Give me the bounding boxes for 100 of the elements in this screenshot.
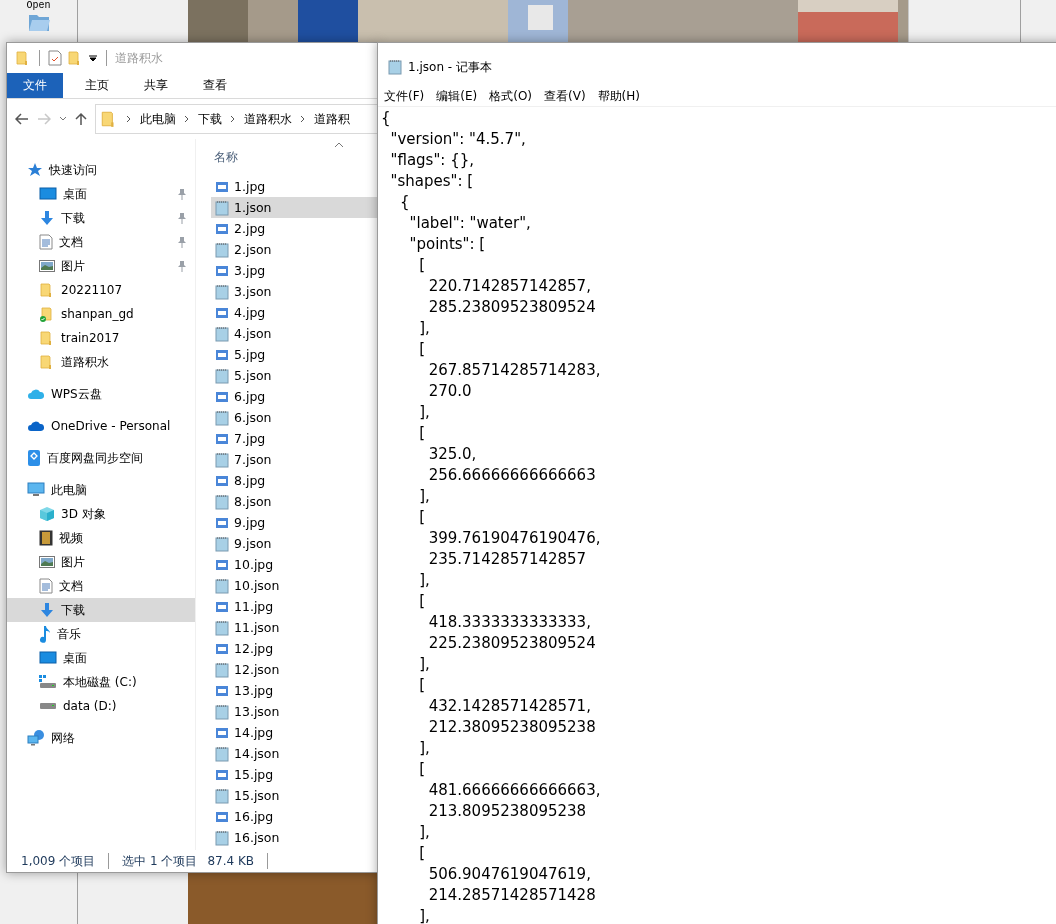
back-arrow-icon[interactable] [15, 113, 29, 125]
toolbar-label[interactable]: Open [26, 0, 51, 11]
file-row[interactable]: 15.jpg [211, 764, 378, 785]
checklist-icon[interactable] [48, 50, 62, 66]
text-line: 214.28571428571428 [427, 885, 597, 906]
ribbon-tab[interactable]: 主页 [63, 73, 122, 98]
menu-item[interactable]: 帮助(H) [597, 88, 640, 105]
text-line: 325.0, [427, 444, 478, 465]
nav-item[interactable]: train2017 [7, 326, 195, 350]
nav-item[interactable]: 桌面 [7, 182, 195, 206]
file-row[interactable]: 11.json [211, 617, 378, 638]
nav-item[interactable]: 视频 [7, 526, 195, 550]
text-line: ], [418, 318, 431, 339]
address-bar[interactable]: 此电脑 下载 道路积水 道路积 [95, 104, 378, 134]
text-line: { [399, 192, 411, 213]
ribbon-tab[interactable]: 查看 [181, 73, 240, 98]
text-line: [ [418, 423, 426, 444]
nav-item[interactable]: 20221107 [7, 278, 195, 302]
file-row[interactable]: 14.jpg [211, 722, 378, 743]
nav-item[interactable]: 音乐 [7, 622, 195, 646]
text-line: "shapes": [ [389, 171, 475, 192]
notepad-icon [214, 493, 230, 510]
text-line: [ [418, 675, 426, 696]
monitor-icon [39, 187, 57, 201]
file-menu-button[interactable]: 文件 [7, 73, 63, 98]
menu-item[interactable]: 文件(F) [384, 88, 425, 105]
file-row[interactable]: 9.json [211, 533, 378, 554]
file-row[interactable]: 4.json [211, 323, 378, 344]
file-row[interactable]: 3.json [211, 281, 378, 302]
menu-item[interactable]: 格式(O) [489, 88, 533, 105]
drive-icon [39, 675, 57, 689]
file-row[interactable]: 14.json [211, 743, 378, 764]
file-row[interactable]: 15.json [211, 785, 378, 806]
breadcrumb[interactable]: 道路积水 [244, 110, 292, 128]
column-header[interactable]: 名称 [196, 139, 378, 176]
file-row[interactable]: 13.json [211, 701, 378, 722]
nav-item[interactable]: 百度网盘同步空间 [7, 446, 195, 470]
status-text: 87.4 KB [207, 854, 255, 868]
file-row[interactable]: 10.jpg [211, 554, 378, 575]
nav-item[interactable]: shanpan_gd [7, 302, 195, 326]
music-note-icon [39, 625, 51, 643]
text-line: ], [418, 822, 431, 843]
breadcrumb[interactable]: 下载 [198, 110, 222, 128]
text-line: [ [418, 843, 426, 864]
file-row[interactable]: 4.jpg [211, 302, 378, 323]
nav-item[interactable]: data (D:) [7, 694, 195, 718]
nav-item[interactable]: 此电脑 [7, 478, 195, 502]
nav-item[interactable]: 文档 [7, 574, 195, 598]
nav-item[interactable]: 桌面 [7, 646, 195, 670]
file-row[interactable]: 9.jpg [211, 512, 378, 533]
nav-item[interactable]: 图片 [7, 254, 195, 278]
file-row[interactable]: 2.jpg [211, 218, 378, 239]
nav-item[interactable]: 文档 [7, 230, 195, 254]
file-row[interactable]: 1.json [211, 197, 378, 218]
nav-item[interactable]: OneDrive - Personal [7, 414, 195, 438]
file-row[interactable]: 6.json [211, 407, 378, 428]
file-row[interactable]: 3.jpg [211, 260, 378, 281]
breadcrumb[interactable]: 此电脑 [140, 110, 176, 128]
dropdown-icon[interactable] [88, 53, 98, 63]
status-text: 1,009 个项目 [21, 852, 96, 870]
text-line: 270.0 [427, 381, 473, 402]
text-line: "version": "4.5.7", [389, 129, 527, 150]
nav-item[interactable]: 网络 [7, 726, 195, 750]
text-line: 506.9047619047619, [427, 864, 592, 885]
up-arrow-icon[interactable] [75, 112, 87, 126]
file-row[interactable]: 5.jpg [211, 344, 378, 365]
chevron-down-icon[interactable] [59, 116, 67, 122]
file-row[interactable]: 12.jpg [211, 638, 378, 659]
nav-item[interactable]: 道路积水 [7, 350, 195, 374]
file-row[interactable]: 1.jpg [211, 176, 378, 197]
film-icon [39, 530, 53, 546]
window-title: 道路积水 [115, 49, 163, 67]
menu-item[interactable]: 查看(V) [544, 88, 586, 105]
file-row[interactable]: 11.jpg [211, 596, 378, 617]
nav-item[interactable]: 本地磁盘 (C:) [7, 670, 195, 694]
file-row[interactable]: 8.json [211, 491, 378, 512]
menu-item[interactable]: 编辑(E) [436, 88, 478, 105]
file-row[interactable]: 7.jpg [211, 428, 378, 449]
image-icon [39, 555, 55, 569]
file-row[interactable]: 16.jpg [211, 806, 378, 827]
text-line: 418.3333333333333, [427, 612, 592, 633]
drive-icon [39, 702, 57, 710]
file-row[interactable]: 13.jpg [211, 680, 378, 701]
file-row[interactable]: 8.jpg [211, 470, 378, 491]
file-row[interactable]: 12.json [211, 659, 378, 680]
down-arrow-icon [39, 602, 55, 618]
ribbon-tab[interactable]: 共享 [122, 73, 181, 98]
nav-item[interactable]: 图片 [7, 550, 195, 574]
nav-item[interactable]: 3D 对象 [7, 502, 195, 526]
nav-item[interactable]: 下载 [7, 598, 195, 622]
nav-item[interactable]: WPS云盘 [7, 382, 195, 406]
breadcrumb[interactable]: 道路积 [314, 110, 350, 128]
nav-item[interactable]: 快速访问 [7, 158, 195, 182]
file-row[interactable]: 7.json [211, 449, 378, 470]
file-row[interactable]: 6.jpg [211, 386, 378, 407]
nav-item[interactable]: 下载 [7, 206, 195, 230]
file-row[interactable]: 16.json [211, 827, 378, 848]
file-row[interactable]: 2.json [211, 239, 378, 260]
file-row[interactable]: 5.json [211, 365, 378, 386]
file-row[interactable]: 10.json [211, 575, 378, 596]
